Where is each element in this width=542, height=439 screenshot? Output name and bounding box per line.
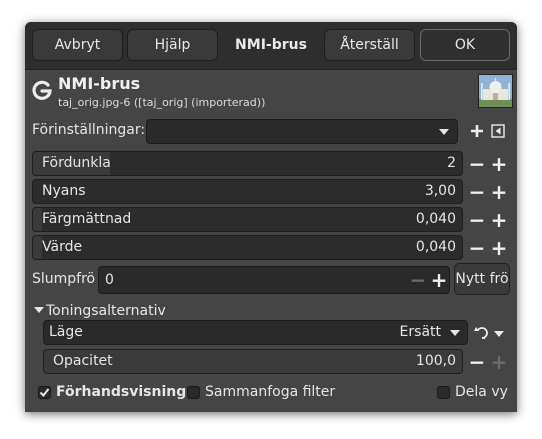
slider-value: 3,00 [424,183,456,199]
expander-arrow-icon[interactable] [34,307,44,313]
ok-button[interactable]: OK [420,29,510,61]
composite-mode-button[interactable] [470,320,510,345]
mode-value: Ersätt [399,324,441,340]
new-seed-button[interactable]: Nytt frö [454,263,510,295]
slider-fargmattnad[interactable]: Färgmättnad 0,040 [32,207,463,232]
menu-icon [491,124,505,138]
reset-button[interactable]: Återställ [324,29,415,61]
merge-filter-checkbox[interactable] [187,386,200,399]
slider-value: 2 [447,155,456,171]
slider-label: Fördunkla [42,155,111,171]
plus-icon [471,125,483,137]
composite-mode-icon [474,326,504,339]
slider-label: Nyans [42,183,86,199]
chevron-down-icon [450,330,460,336]
presets-dropdown[interactable] [146,119,458,144]
slider-value: 0,040 [415,211,456,227]
slider-label: Färgmättnad [42,211,132,227]
chevron-down-icon [439,129,449,135]
increment-button[interactable]: + [489,179,509,204]
seed-label: Slumpfrö [32,271,96,287]
opacity-increment-button[interactable]: + [489,349,509,374]
slider-fordunkla[interactable]: Fördunkla 2 [32,151,463,176]
merge-filter-label[interactable]: Sammanfoga filter [205,384,335,400]
checkmark-icon [39,388,50,398]
dialog-titlebar: Avbryt Hjälp NMI-brus Återställ OK [25,22,517,70]
slider-label: Värde [42,239,83,255]
seed-input[interactable]: 0 [98,266,450,294]
increment-button[interactable]: + [489,235,509,260]
gegl-icon [32,80,52,100]
image-thumbnail [478,74,513,108]
slider-nyans[interactable]: Nyans 3,00 [32,179,463,204]
dialog-title: NMI-brus [235,37,307,53]
opacity-decrement-button[interactable]: − [467,349,487,374]
preset-menu-button[interactable] [489,121,507,141]
mode-dropdown[interactable]: Läge Ersätt [43,320,468,345]
seed-decrement-button[interactable]: − [408,267,428,292]
split-view-checkbox[interactable] [437,386,450,399]
decrement-button[interactable]: − [467,207,487,232]
increment-button[interactable]: + [489,207,509,232]
increment-button[interactable]: + [489,151,509,176]
decrement-button[interactable]: − [467,235,487,260]
slider-opacity[interactable]: Opacitet 100,0 [43,349,463,374]
slider-value: 100,0 [415,353,456,369]
seed-increment-button[interactable]: + [429,267,449,292]
help-button[interactable]: Hjälp [127,29,218,61]
add-preset-button[interactable] [468,121,486,141]
slider-value: 0,040 [415,239,456,255]
slider-varde[interactable]: Värde 0,040 [32,235,463,260]
preview-checkbox[interactable] [38,386,51,399]
preview-label[interactable]: Förhandsvisning [56,384,186,400]
filter-title: NMI-brus [58,74,141,93]
decrement-button[interactable]: − [467,151,487,176]
blending-options-expander[interactable]: Toningsalternativ [46,303,166,319]
slider-label: Opacitet [53,353,113,369]
nmi-noise-dialog: Avbryt Hjälp NMI-brus Återställ OK NMI-b… [25,22,517,412]
cancel-button[interactable]: Avbryt [32,29,123,61]
seed-value: 0 [105,272,114,288]
image-subtitle: taj_orig.jpg-6 ([taj_orig] (importerad)) [58,96,266,109]
split-view-label[interactable]: Dela vy [455,384,508,400]
decrement-button[interactable]: − [467,179,487,204]
mode-label: Läge [49,324,83,340]
presets-label: Förinställningar: [32,122,146,138]
